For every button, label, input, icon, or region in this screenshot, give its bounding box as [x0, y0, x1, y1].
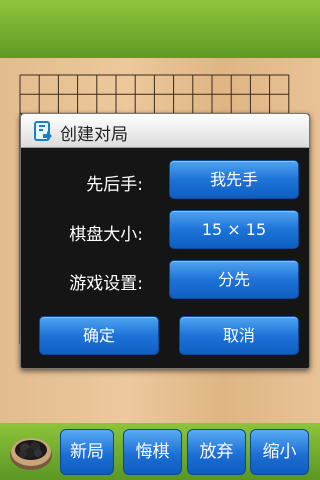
game-settings-button[interactable]: 分先 [169, 260, 299, 299]
first-move-button[interactable]: 我先手 [169, 160, 299, 199]
bottom-toolbar: 新局 悔棋 放弃 缩小 [0, 423, 320, 480]
cancel-button[interactable]: 取消 [179, 316, 299, 355]
first-move-label: 先后手: [86, 175, 143, 195]
pass-button[interactable]: 放弃 [187, 429, 246, 475]
board-size-label: 棋盘大小: [69, 225, 143, 245]
top-bar [0, 0, 320, 58]
dialog-title: 创建对局 [60, 125, 128, 145]
undo-button[interactable]: 悔棋 [123, 429, 182, 475]
confirm-button[interactable]: 确定 [39, 316, 159, 355]
create-game-dialog: 创建对局 先后手: 我先手 棋盘大小: 15 × 15 游戏设置: 分先 确定 … [20, 113, 310, 369]
zoom-out-button[interactable]: 缩小 [250, 429, 309, 475]
stone-bowl-icon[interactable] [8, 428, 54, 474]
new-game-button[interactable]: 新局 [60, 429, 114, 475]
document-icon [34, 121, 52, 141]
dialog-title-bar: 创建对局 [21, 114, 309, 148]
game-settings-label: 游戏设置: [69, 274, 143, 294]
board-size-button[interactable]: 15 × 15 [169, 210, 299, 249]
